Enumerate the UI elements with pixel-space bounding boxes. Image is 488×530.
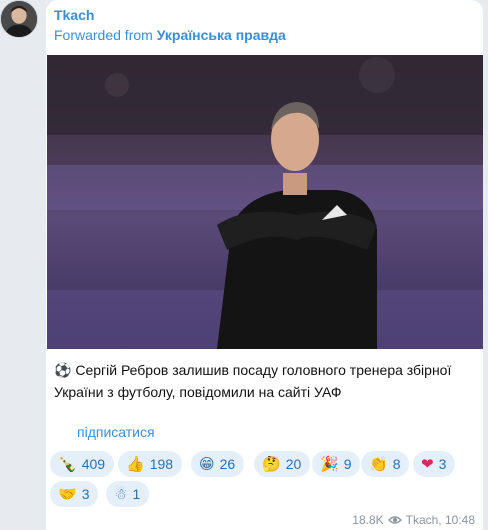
reaction-button[interactable]: ☃ 1 [106, 481, 150, 507]
reaction-emoji-icon: 👏 [369, 454, 388, 473]
reaction-button[interactable]: 🤝 3 [50, 481, 99, 507]
message-meta: 18.8K Tkach, 10:48 [352, 513, 475, 527]
caption-text: Сергій Ребров залишив посаду головного т… [54, 362, 452, 400]
reaction-count: 1 [132, 486, 141, 502]
soccer-ball-icon: ⚽ [54, 362, 72, 378]
reaction-count: 198 [149, 456, 174, 472]
reaction-button[interactable]: 👏 8 [361, 451, 410, 477]
message-bubble: Tkach Forwarded from Українська правда ⚽… [46, 0, 483, 530]
message-photo[interactable] [47, 55, 483, 349]
views-count: 18.8K [352, 513, 384, 527]
reaction-count: 20 [285, 456, 302, 472]
reaction-button[interactable]: 😁 26 [191, 451, 245, 477]
reaction-count: 9 [343, 456, 352, 472]
reaction-count: 409 [81, 456, 106, 472]
eye-icon [387, 516, 402, 524]
reaction-button[interactable]: 👍 198 [118, 451, 183, 477]
reaction-button[interactable]: 🍾 409 [50, 451, 115, 477]
reaction-emoji-icon: 👍 [126, 454, 145, 473]
reaction-emoji-icon: ☃ [114, 484, 128, 503]
reaction-emoji-icon: 🤔 [262, 454, 281, 473]
reaction-button[interactable]: 🎉 9 [312, 451, 361, 477]
reaction-emoji-icon: 🎉 [320, 454, 339, 473]
reaction-count: 26 [219, 456, 236, 472]
reaction-emoji-icon: ❤ [421, 454, 434, 473]
forwarded-source[interactable]: Українська правда [157, 27, 286, 43]
reaction-count: 3 [438, 456, 447, 472]
subscribe-link[interactable]: підписатися [77, 424, 155, 440]
message-signature: Tkach, 10:48 [405, 513, 475, 527]
forwarded-prefix: Forwarded from [54, 27, 153, 43]
reaction-emoji-icon: 🤝 [58, 484, 77, 503]
reaction-count: 8 [392, 456, 401, 472]
author-avatar[interactable] [0, 0, 38, 38]
reaction-emoji-icon: 🍾 [58, 454, 77, 473]
message-caption: ⚽ Сергій Ребров залишив посаду головного… [54, 359, 474, 403]
reaction-button[interactable]: 🤔 20 [254, 451, 311, 477]
reaction-button[interactable]: ❤ 3 [413, 451, 456, 477]
forwarded-header: Forwarded from Українська правда [54, 27, 286, 43]
reaction-count: 3 [81, 486, 90, 502]
scrollbar[interactable] [484, 0, 488, 530]
author-name[interactable]: Tkach [54, 7, 94, 23]
reaction-emoji-icon: 😁 [199, 454, 215, 473]
